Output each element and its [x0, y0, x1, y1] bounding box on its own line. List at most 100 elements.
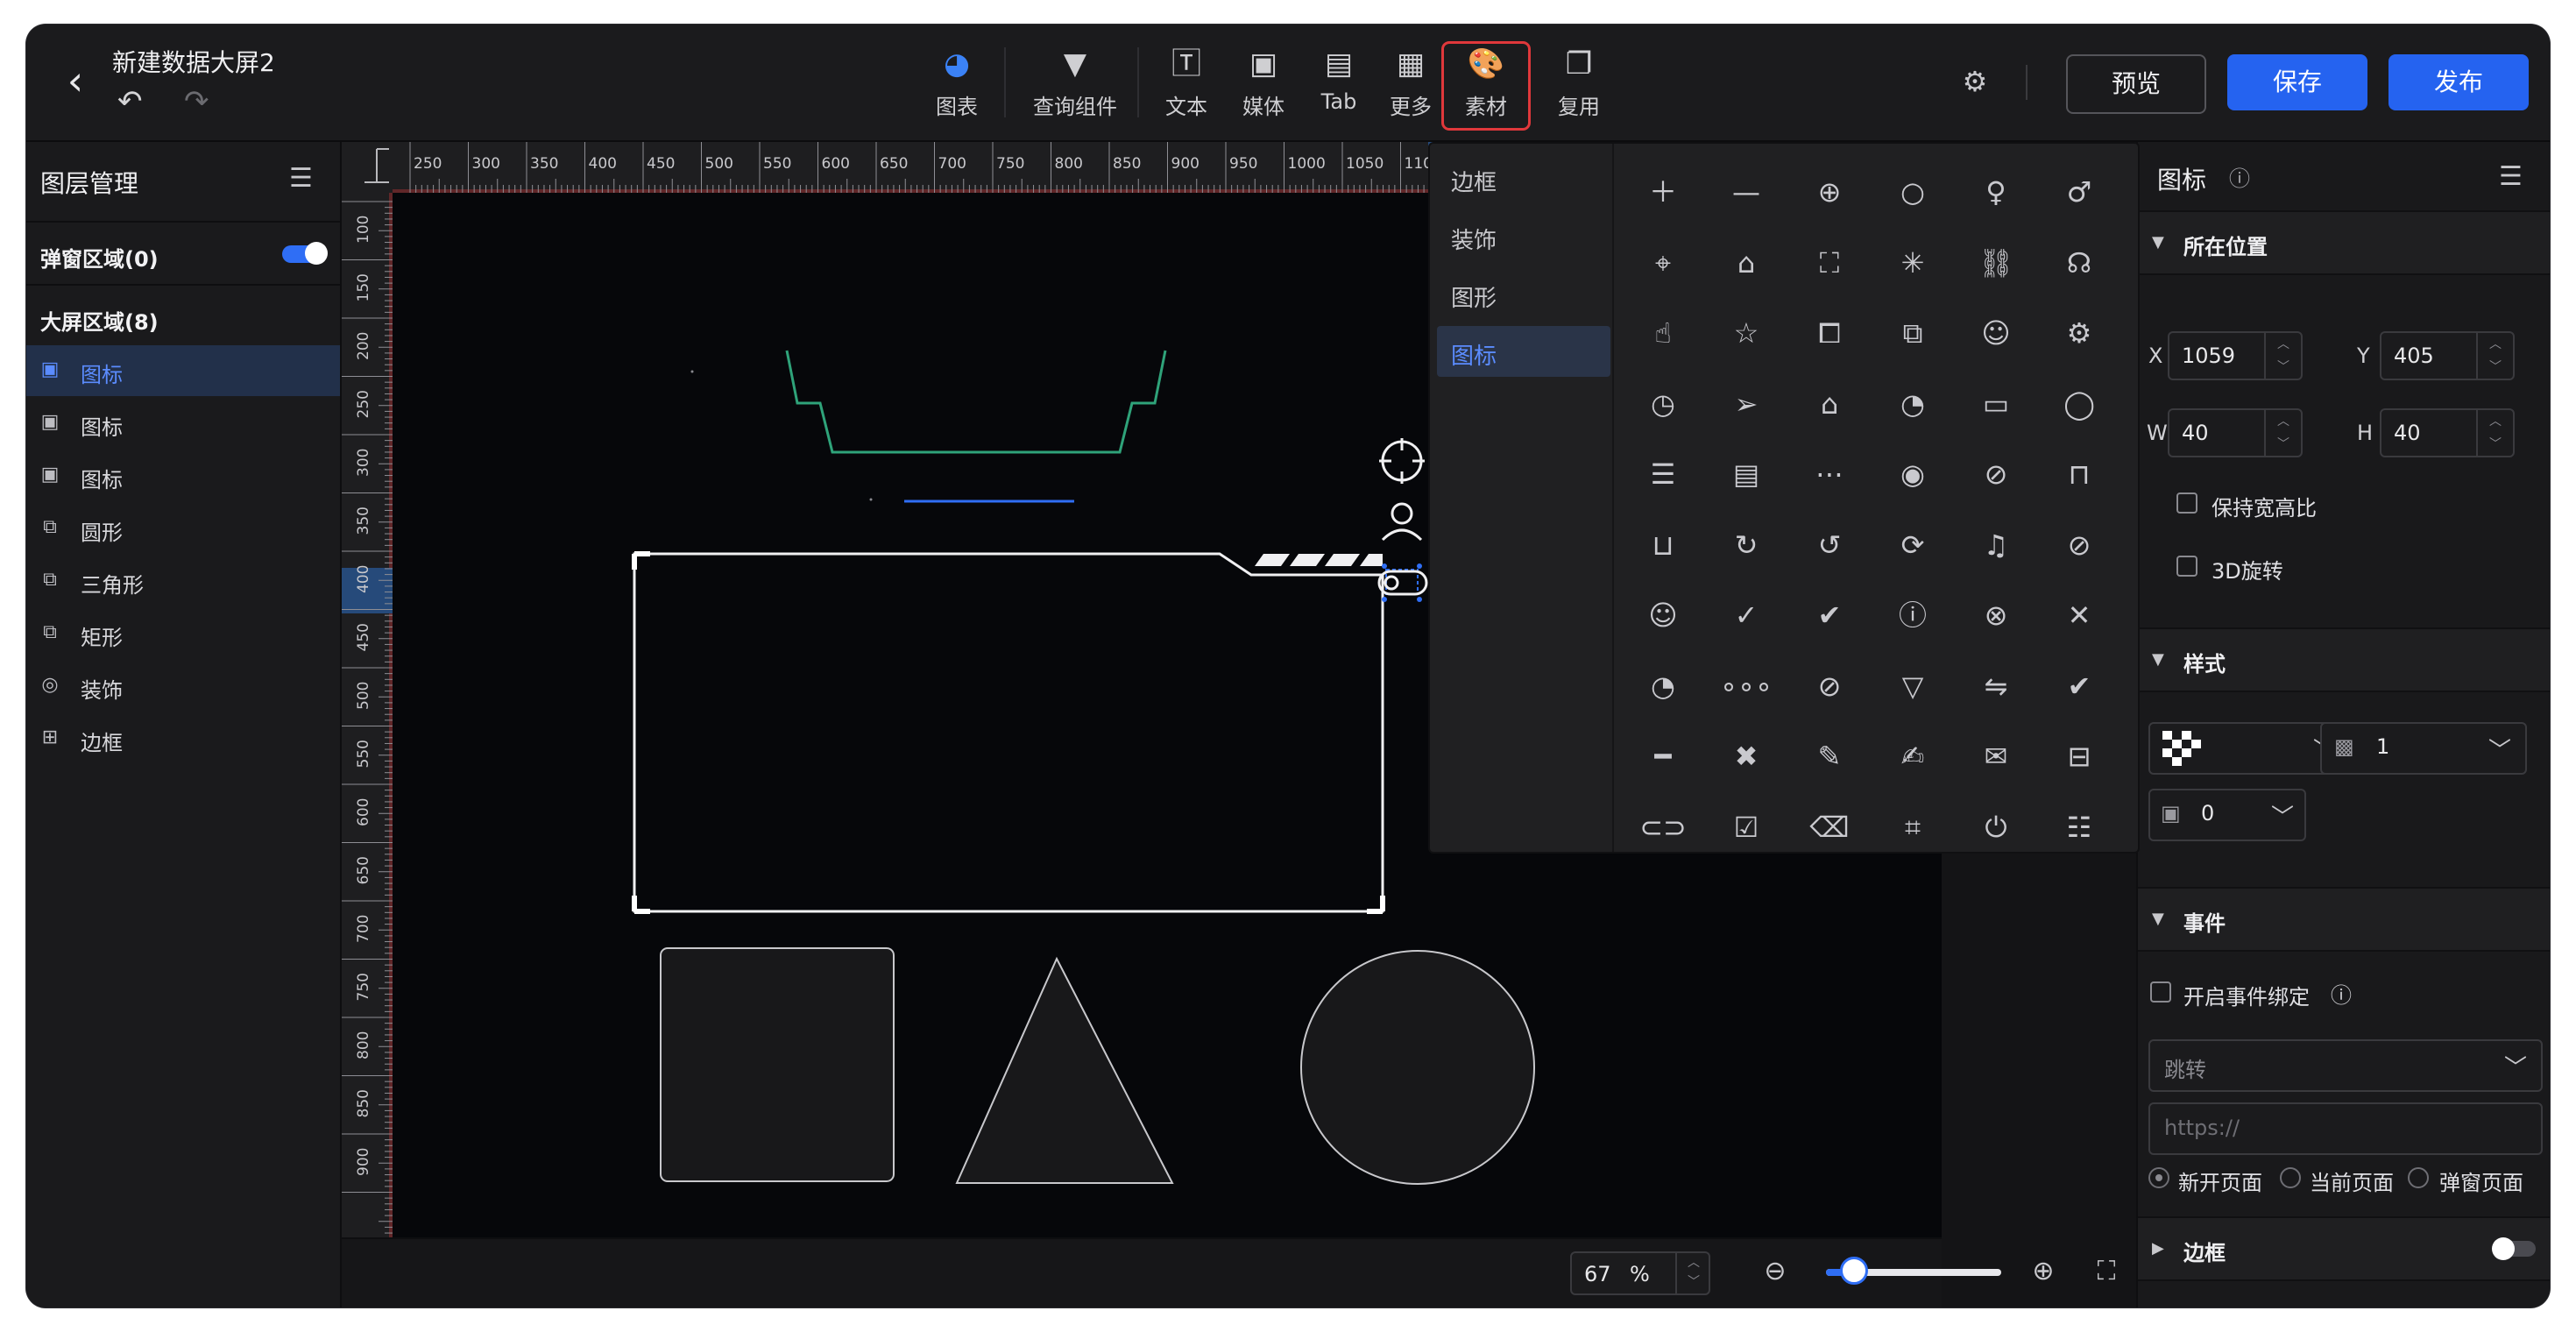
event-section-header[interactable]: ▼ 事件 [2138, 887, 2550, 952]
close-bold-icon[interactable]: ✖ [1711, 726, 1781, 787]
chat-round-icon[interactable]: ◯ [2044, 373, 2114, 435]
position-section-header[interactable]: ▼ 所在位置 [2138, 210, 2550, 275]
opacity-select[interactable]: ▩ 1 ﹀ [2320, 722, 2527, 775]
refresh-icon[interactable]: ↻ [1711, 514, 1781, 576]
zoom-slider-handle[interactable] [1840, 1257, 1868, 1285]
chat-square-icon[interactable]: ▭ [1961, 373, 2031, 435]
bell-icon[interactable]: ♫ [1961, 514, 2031, 576]
redo-icon[interactable]: ↷ [184, 86, 209, 117]
plus-icon[interactable]: ＋ [1628, 161, 1698, 223]
swap-icon[interactable]: ⇋ [1961, 655, 2031, 717]
female-icon[interactable]: ♀ [1961, 161, 2031, 223]
plus-circle-icon[interactable]: ⊕ [1794, 161, 1865, 223]
toggle-icon[interactable]: ⊂⊃ [1628, 797, 1698, 858]
filter-icon[interactable]: ▽ [1878, 655, 1948, 717]
tool-more[interactable]: ▦ 更多 [1369, 44, 1453, 128]
crop-icon[interactable]: ⌗ [1878, 797, 1948, 858]
minus-icon[interactable]: — [1711, 161, 1781, 223]
power-icon[interactable]: ⏻ [1961, 797, 2031, 858]
radius-select[interactable]: ▣ 0 ﹀ [2148, 789, 2306, 841]
enable-event-checkbox[interactable] [2150, 981, 2171, 1003]
layer-item[interactable]: ⊞ 边框 [26, 713, 340, 764]
edit-square-icon[interactable]: ✍ [1878, 726, 1948, 787]
fit-screen-icon[interactable]: ⛶ [2087, 1251, 2126, 1292]
notification-icon[interactable]: ⧠ [1794, 302, 1865, 364]
user-icon[interactable]: ☺ [1628, 585, 1698, 646]
layer-item[interactable]: ⧉ 三角形 [26, 556, 340, 606]
clock-icon[interactable]: ◷ [1628, 373, 1698, 435]
sliders-icon[interactable]: ⚙ [1956, 65, 1994, 100]
pie-icon[interactable]: ◔ [1628, 655, 1698, 717]
popup-area-toggle[interactable] [282, 242, 328, 265]
list-check-icon[interactable]: ☑ [1711, 797, 1781, 858]
zoom-stepper[interactable]: ︿ ﹀ [1675, 1253, 1710, 1293]
event-action-select[interactable]: 跳转 ﹀ [2148, 1039, 2543, 1092]
house-person-icon[interactable]: ⌂ [1794, 373, 1865, 435]
sliders-icon[interactable]: ☷ [2044, 797, 2114, 858]
keep-ratio-checkbox[interactable] [2176, 492, 2197, 514]
material-category-decoration[interactable]: 装饰 [1437, 210, 1610, 261]
border-toggle[interactable] [2492, 1237, 2536, 1260]
tool-text[interactable]: 🅃 文本 [1144, 44, 1228, 128]
open-new-radio[interactable] [2148, 1167, 2169, 1188]
inbox-icon[interactable]: ⊟ [2044, 726, 2114, 787]
send-icon[interactable]: ➢ [1711, 373, 1781, 435]
material-category-border[interactable]: 边框 [1437, 152, 1610, 203]
layer-item[interactable]: ▣ 图标 [26, 345, 340, 396]
menu-icon[interactable]: ☰ [2499, 161, 2523, 192]
comment-icon[interactable]: ☰ [1628, 443, 1698, 505]
layer-item[interactable]: ◎ 装饰 [26, 661, 340, 712]
crosshair-icon[interactable]: ⌖ [1628, 232, 1698, 294]
open-popup-radio[interactable] [2408, 1167, 2429, 1188]
star-icon[interactable]: ☆ [1711, 302, 1781, 364]
check-bold-icon[interactable]: ✔ [2044, 655, 2114, 717]
unlock-icon[interactable]: ⊓ [2044, 443, 2114, 505]
style-section-header[interactable]: ▼ 样式 [2138, 627, 2550, 692]
close-circle-icon[interactable]: ⊗ [1961, 585, 2031, 646]
layer-item[interactable]: ▣ 图标 [26, 398, 340, 449]
headset-icon[interactable]: ☊ [2044, 232, 2114, 294]
w-input[interactable]: 40 ︿ ﹀ [2168, 408, 2303, 457]
h-input[interactable]: 40 ︿ ﹀ [2380, 408, 2515, 457]
fullscreen-icon[interactable]: ⛶ [1794, 232, 1865, 294]
pointer-icon[interactable]: ☝ [1628, 302, 1698, 364]
info-icon[interactable]: ⓘ [2229, 161, 2250, 192]
zoom-slider[interactable] [1826, 1257, 2001, 1285]
tool-material[interactable]: 🎨 素材 [1441, 41, 1531, 131]
undo-icon[interactable]: ↶ [117, 86, 143, 117]
minus-bold-icon[interactable]: ━ [1628, 726, 1698, 787]
x-input[interactable]: 1059 ︿ ﹀ [2168, 331, 2303, 380]
info-icon[interactable]: ⓘ [2331, 978, 2352, 1009]
dashboard-icon[interactable]: ◔ [1878, 373, 1948, 435]
rotate3d-checkbox[interactable] [2176, 556, 2197, 577]
preview-button[interactable]: 预览 [2066, 54, 2206, 114]
y-input[interactable]: 405 ︿ ﹀ [2380, 331, 2515, 380]
tool-media[interactable]: ▣ 媒体 [1221, 44, 1306, 128]
zoom-input[interactable]: 67 % ︿ ﹀ [1570, 1251, 1710, 1295]
tool-chart[interactable]: ◕ 图表 [915, 44, 999, 128]
material-category-icon[interactable]: 图标 [1437, 326, 1610, 377]
layer-item[interactable]: ▣ 图标 [26, 450, 340, 501]
publish-button[interactable]: 发布 [2388, 54, 2529, 110]
tool-reuse[interactable]: ❐ 复用 [1537, 44, 1621, 128]
bell-off-icon[interactable]: ⊘ [2044, 514, 2114, 576]
material-category-shape[interactable]: 图形 [1437, 268, 1610, 319]
save-button[interactable]: 保存 [2227, 54, 2367, 110]
compass-icon[interactable]: ⊘ [1794, 655, 1865, 717]
check-icon[interactable]: ✓ [1711, 585, 1781, 646]
url-input[interactable]: https:// [2148, 1102, 2543, 1155]
sync-icon[interactable]: ⟳ [1878, 514, 1948, 576]
open-current-radio[interactable] [2280, 1167, 2301, 1188]
warning-circle-icon[interactable]: ⓘ [1878, 585, 1948, 646]
circle-element[interactable] [1300, 950, 1535, 1185]
search-icon[interactable]: ○ [1878, 161, 1948, 223]
tool-query[interactable]: ▼ 查询组件 [1030, 44, 1120, 128]
check-circle-icon[interactable]: ✔ [1794, 585, 1865, 646]
eye-icon[interactable]: ◉ [1878, 443, 1948, 505]
rotate-left-icon[interactable]: ↺ [1794, 514, 1865, 576]
eye-off-icon[interactable]: ⊘ [1961, 443, 2031, 505]
menu-icon[interactable]: ☰ [289, 163, 313, 194]
home-icon[interactable]: ⌂ [1711, 232, 1781, 294]
message-dots-icon[interactable]: ⋯ [1794, 443, 1865, 505]
message-icon[interactable]: ▤ [1711, 443, 1781, 505]
